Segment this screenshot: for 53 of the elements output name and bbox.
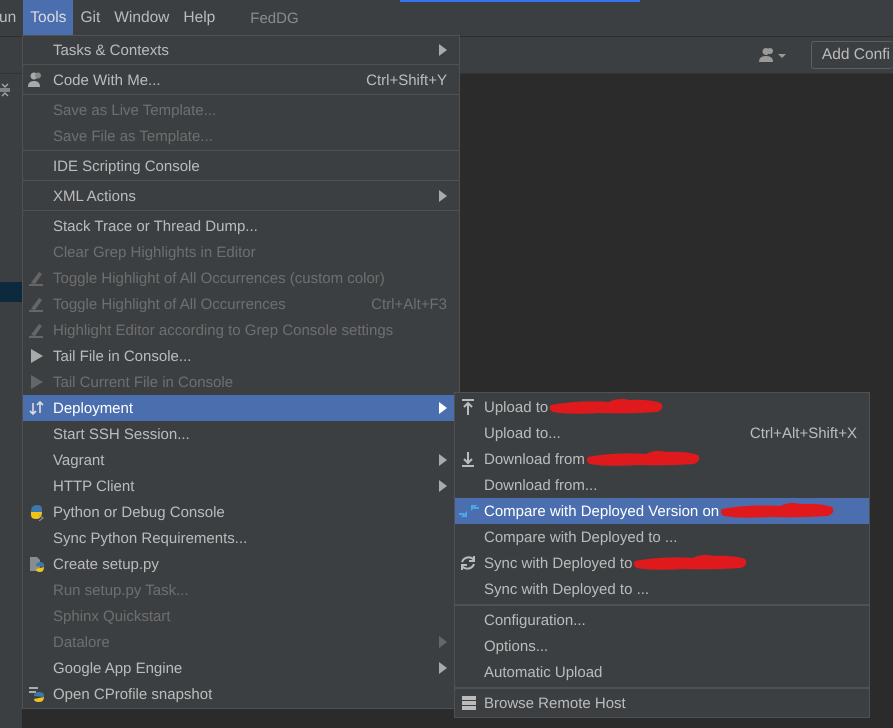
- menu-item-label: Start SSH Session...: [53, 426, 190, 442]
- menu-item[interactable]: Stack Trace or Thread Dump...: [23, 213, 459, 239]
- menu-item-label: Tasks & Contexts: [53, 42, 169, 58]
- menu-item-label: HTTP Client: [53, 478, 134, 494]
- menu-bar-item[interactable]: Tools: [23, 0, 74, 36]
- menu-item[interactable]: Compare with Deployed Version on: [455, 498, 869, 524]
- menu-item-label: Open CProfile snapshot: [53, 686, 212, 702]
- menu-item-label: Stack Trace or Thread Dump...: [53, 218, 258, 234]
- menu-item[interactable]: Compare with Deployed to ...: [455, 524, 869, 550]
- python-profile-icon: [27, 685, 47, 703]
- menu-bar-item[interactable]: un: [0, 0, 24, 36]
- menu-item-label: Create setup.py: [53, 556, 159, 572]
- menu-item[interactable]: Tail File in Console...: [23, 343, 459, 369]
- menu-item-label: Download from: [484, 450, 585, 468]
- menu-item-label: Python or Debug Console: [53, 504, 225, 520]
- menu-item-label: Upload to...: [484, 424, 561, 442]
- menu-item-label: Browse Remote Host: [484, 694, 626, 712]
- menu-item-label: Google App Engine: [53, 660, 182, 676]
- menu-bar-item[interactable]: Help: [176, 0, 222, 36]
- menu-item[interactable]: IDE Scripting Console: [23, 153, 459, 179]
- menu-item-label: Upload to: [484, 398, 548, 416]
- menu-item-label: Configuration...: [484, 612, 586, 628]
- menu-item-label: Tail File in Console...: [53, 348, 192, 364]
- menu-item-label: Sync with Deployed to ...: [484, 580, 650, 598]
- people-icon[interactable]: [758, 47, 789, 63]
- menu-bar-item[interactable]: Git: [73, 0, 108, 36]
- menu-item[interactable]: XML Actions: [23, 183, 459, 209]
- collapse-icon[interactable]: [0, 83, 10, 97]
- menu-item-label: XML Actions: [53, 188, 136, 204]
- menu-item-label: Automatic Upload: [484, 664, 602, 680]
- shortcut-label: Ctrl+Alt+Shift+X: [748, 424, 857, 442]
- menu-item-label: Code With Me...: [53, 72, 161, 88]
- project-title: FedDG: [250, 8, 299, 28]
- menu-item[interactable]: Tasks & Contexts: [23, 37, 459, 63]
- menu-item-label: Deployment: [53, 400, 134, 416]
- menu-bar-item[interactable]: Window: [107, 0, 176, 36]
- menu-item-label: Options...: [484, 638, 548, 654]
- menu-item-label: Download from...: [484, 476, 598, 494]
- menu-item[interactable]: Configuration...: [455, 607, 869, 633]
- menu-item-label: Sync Python Requirements...: [53, 530, 248, 546]
- menu-item-label: Compare with Deployed Version on: [484, 502, 720, 520]
- python-file-icon: [27, 555, 47, 573]
- menu-item-label: Compare with Deployed to ...: [484, 528, 678, 546]
- menu-item[interactable]: Sync with Deployed to ...: [455, 576, 869, 602]
- menu-item-label: Sync with Deployed to: [484, 554, 632, 572]
- compare-icon: [459, 502, 479, 520]
- add-configuration-button[interactable]: Add Confi: [810, 41, 893, 69]
- menu-item-label: Vagrant: [53, 452, 104, 468]
- menu-item-label: IDE Scripting Console: [53, 158, 200, 174]
- server-icon: [459, 694, 479, 712]
- menu-item[interactable]: Upload to... Ctrl+Alt+Shift+X: [455, 420, 869, 446]
- menu-item[interactable]: Code With Me... Ctrl+Shift+Y: [23, 67, 459, 93]
- shortcut-label: Ctrl+Shift+Y: [365, 72, 447, 88]
